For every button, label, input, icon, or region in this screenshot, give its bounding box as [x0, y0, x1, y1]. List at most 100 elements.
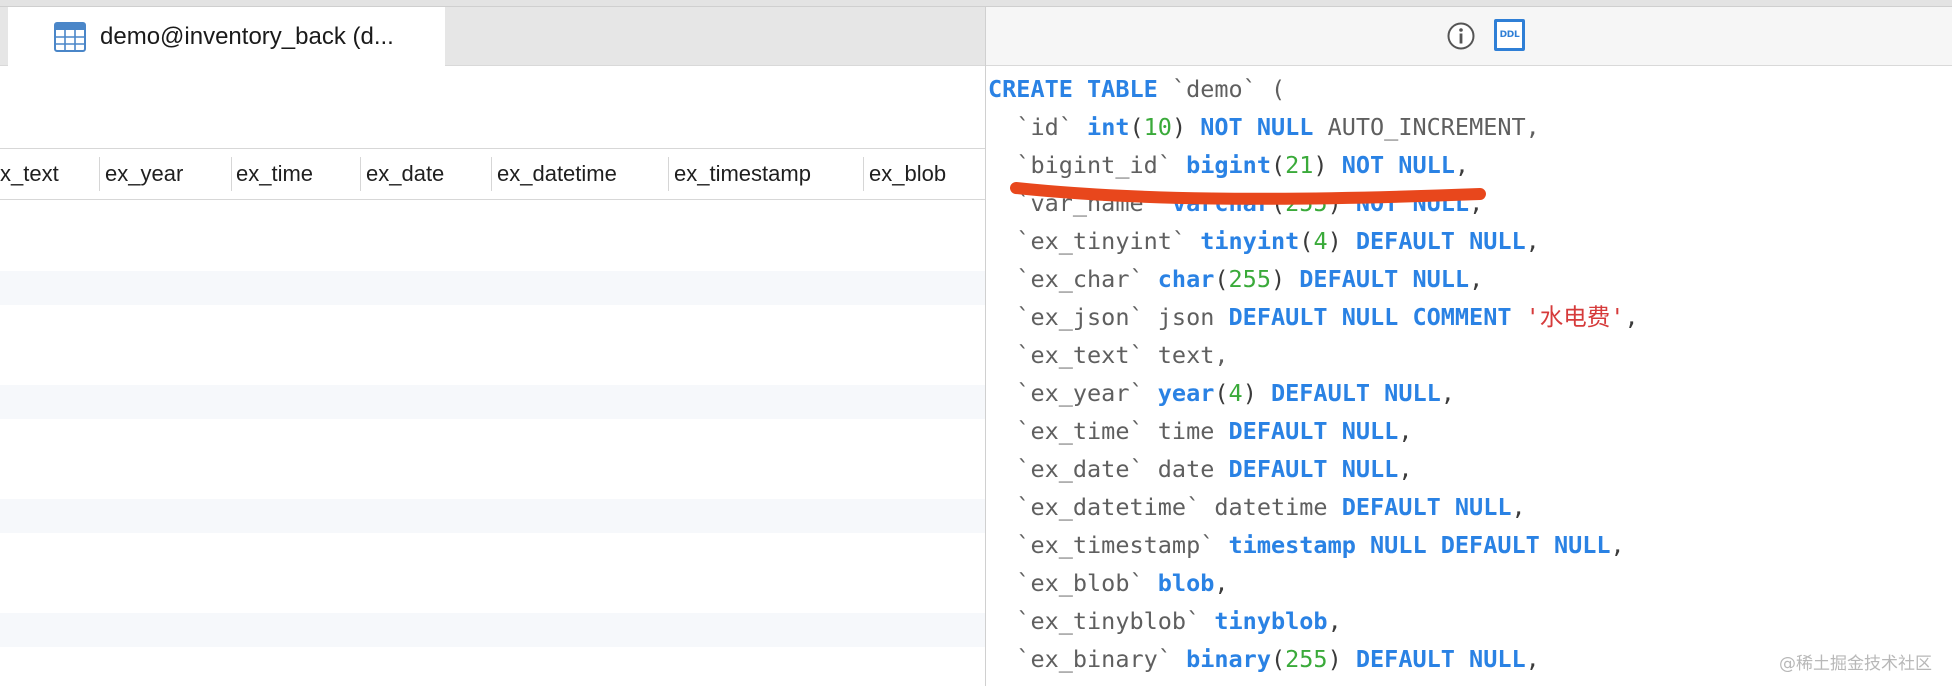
ddl-token: ) — [1327, 189, 1356, 217]
ddl-code-line: `ex_date` date DEFAULT NULL, — [988, 450, 1639, 488]
table-grid-icon — [54, 21, 86, 52]
ddl-code-line: `ex_char` char(255) DEFAULT NULL, — [988, 260, 1639, 298]
column-header-ex-text[interactable]: x_text — [0, 149, 59, 199]
ddl-token: CREATE TABLE — [988, 75, 1158, 103]
ddl-token: `demo` ( — [1157, 75, 1286, 103]
column-divider[interactable] — [360, 157, 361, 191]
table-row[interactable] — [0, 271, 985, 305]
watermark: @稀土掘金技术社区 — [1779, 654, 1932, 674]
ddl-token: `bigint_id` — [988, 151, 1187, 179]
ddl-token: ) — [1313, 151, 1342, 179]
tab-strip: demo@inventory_back (d... — [0, 7, 985, 66]
ddl-token: `ex_binary` — [988, 645, 1187, 673]
ddl-code-line: `ex_timestamp` timestamp NULL DEFAULT NU… — [988, 526, 1639, 564]
ddl-code-line: `ex_time` time DEFAULT NULL, — [988, 412, 1639, 450]
ddl-token: DEFAULT NULL — [1228, 455, 1399, 483]
table-row[interactable] — [0, 613, 985, 647]
ddl-token: DEFAULT NULL — [1299, 265, 1470, 293]
column-header-ex-year[interactable]: ex_year — [105, 149, 183, 199]
ddl-token: , — [1525, 645, 1540, 673]
tab-title: demo@inventory_back (d... — [100, 22, 394, 50]
ddl-token: ) — [1171, 113, 1201, 141]
ddl-token: 10 — [1143, 113, 1172, 141]
ddl-code-line: `ex_tinyblob` tinyblob, — [988, 602, 1639, 640]
ddl-token: NOT NULL — [1341, 151, 1455, 179]
column-header-ex-datetime[interactable]: ex_datetime — [497, 149, 617, 199]
ddl-token: `ex_datetime` datetime — [988, 493, 1342, 521]
column-header-ex-date[interactable]: ex_date — [366, 149, 444, 199]
ddl-token: `ex_tinyblob` — [988, 607, 1215, 635]
ddl-code-line: `ex_text` text, — [988, 336, 1639, 374]
table-row[interactable] — [0, 499, 985, 533]
ddl-token: DEFAULT NULL — [1341, 493, 1512, 521]
tab-demo-table[interactable]: demo@inventory_back (d... — [8, 7, 445, 66]
ddl-token: ) — [1242, 379, 1271, 407]
info-icon[interactable] — [1446, 21, 1476, 51]
ddl-token: 21 — [1285, 151, 1314, 179]
ddl-token: 4 — [1313, 227, 1328, 255]
ddl-token: NOT NULL — [1200, 113, 1314, 141]
ddl-code-line: CREATE TABLE `demo` ( — [988, 70, 1639, 108]
ddl-token: 255 — [1285, 645, 1328, 673]
ddl-token: `ex_year` — [988, 379, 1158, 407]
ddl-token: ( — [1270, 645, 1286, 673]
ddl-code-line: `ex_year` year(4) DEFAULT NULL, — [988, 374, 1639, 412]
ddl-token: , — [1525, 227, 1540, 255]
ddl-token: , — [1469, 265, 1484, 293]
ddl-token: '水电费' — [1525, 303, 1625, 331]
ddl-token: , — [1454, 151, 1470, 179]
table-row[interactable] — [0, 385, 985, 419]
window-top-edge — [0, 0, 1952, 7]
ddl-code-line: `id` int(10) NOT NULL AUTO_INCREMENT, — [988, 108, 1639, 146]
ddl-token: ) — [1327, 227, 1356, 255]
ddl-code-view[interactable]: CREATE TABLE `demo` ( `id` int(10) NOT N… — [988, 70, 1639, 678]
ddl-token: ( — [1270, 151, 1286, 179]
ddl-code-line: `ex_blob` blob, — [988, 564, 1639, 602]
ddl-token: `id` — [988, 113, 1088, 141]
ddl-token: varchar — [1171, 189, 1271, 217]
column-header-ex-time[interactable]: ex_time — [236, 149, 313, 199]
ddl-token: `ex_text` text, — [988, 341, 1229, 369]
ddl-token: blob — [1157, 569, 1215, 597]
ddl-token: tinyint — [1200, 227, 1300, 255]
ddl-token: `ex_date` date — [988, 455, 1229, 483]
column-divider[interactable] — [863, 157, 864, 191]
ddl-token: , — [1440, 379, 1455, 407]
ddl-token: ( — [1129, 113, 1144, 141]
ddl-token: `ex_timestamp` — [988, 531, 1229, 559]
grid-column-header: x_text ex_year ex_time ex_date ex_dateti… — [0, 148, 985, 200]
ddl-token: DEFAULT NULL — [1355, 227, 1526, 255]
ddl-token: , — [1214, 569, 1229, 597]
ddl-token: year — [1157, 379, 1215, 407]
ddl-token: NOT NULL — [1355, 189, 1470, 217]
ddl-token: , — [1469, 189, 1484, 217]
ddl-token: `ex_json` json — [988, 303, 1229, 331]
ddl-token: ( — [1299, 227, 1314, 255]
ddl-code-line: `ex_binary` binary(255) DEFAULT NULL, — [988, 640, 1639, 678]
ddl-token: DEFAULT NULL — [1355, 645, 1526, 673]
column-header-ex-timestamp[interactable]: ex_timestamp — [674, 149, 811, 199]
column-header-ex-blob[interactable]: ex_blob — [869, 149, 946, 199]
ddl-token: , — [1398, 455, 1413, 483]
ddl-token: `ex_blob` — [988, 569, 1158, 597]
ddl-pane: DDL CREATE TABLE `demo` ( `id` int(10) N… — [986, 7, 1952, 686]
column-divider[interactable] — [99, 157, 100, 191]
ddl-token: ( — [1214, 379, 1229, 407]
column-divider[interactable] — [231, 157, 232, 191]
ddl-toggle-button[interactable]: DDL — [1494, 19, 1525, 51]
ddl-token: timestamp NULL DEFAULT NULL — [1228, 531, 1611, 559]
ddl-token: AUTO_INCREMENT, — [1313, 113, 1540, 141]
ddl-token: ) — [1270, 265, 1300, 293]
ddl-token: , — [1624, 303, 1639, 331]
ddl-toolbar: DDL — [986, 7, 1952, 66]
ddl-code-line: `ex_json` json DEFAULT NULL COMMENT '水电费… — [988, 298, 1639, 336]
ddl-token: , — [1610, 531, 1625, 559]
ddl-token: DEFAULT NULL — [1228, 417, 1399, 445]
column-divider[interactable] — [668, 157, 669, 191]
ddl-token: ( — [1270, 189, 1286, 217]
ddl-token: `var_name` — [988, 189, 1172, 217]
ddl-code-line: `ex_datetime` datetime DEFAULT NULL, — [988, 488, 1639, 526]
ddl-token: `ex_char` — [988, 265, 1158, 293]
column-divider[interactable] — [491, 157, 492, 191]
ddl-token: 255 — [1228, 265, 1271, 293]
